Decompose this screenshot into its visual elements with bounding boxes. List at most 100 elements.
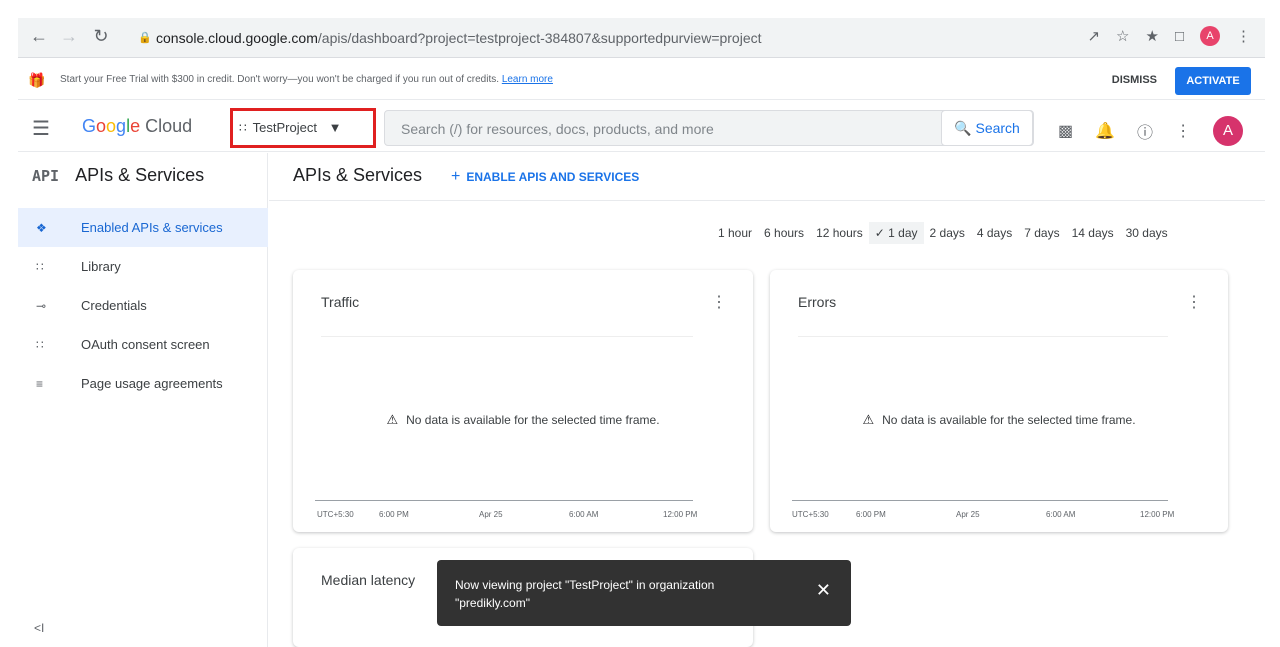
reload-icon[interactable]: ↻ — [90, 26, 112, 47]
time-range-7-days[interactable]: 7 days — [1018, 222, 1065, 244]
bookmark-star-icon[interactable]: ☆ — [1116, 27, 1129, 45]
snackbar-toast: Now viewing project "TestProject" in org… — [437, 560, 851, 626]
sidebar-item-label: Enabled APIs & services — [81, 220, 223, 235]
sidepanel-icon[interactable]: □ — [1175, 28, 1184, 45]
sidebar-item-label: Page usage agreements — [81, 376, 223, 391]
banner-text: Start your Free Trial with $300 in credi… — [60, 74, 553, 85]
axis-tick: Apr 25 — [956, 510, 980, 519]
settings-menu-icon[interactable]: ⋮ — [1175, 121, 1191, 141]
sidebar-item-library[interactable]: ∷ Library — [18, 247, 268, 286]
time-range-2-days[interactable]: 2 days — [924, 222, 971, 244]
traffic-card: Traffic ⋮ ⚠ No data is available for the … — [293, 270, 753, 532]
sidebar-item-label: OAuth consent screen — [81, 337, 210, 352]
errors-card: Errors ⋮ ⚠ No data is available for the s… — [770, 270, 1228, 532]
project-picker[interactable]: ∷ TestProject ▼ — [230, 108, 376, 148]
extensions-puzzle-icon[interactable]: ★ — [1145, 27, 1158, 45]
card-title: Errors — [798, 294, 837, 310]
key-icon: ⊸ — [36, 298, 47, 313]
library-grid-icon: ∷ — [36, 259, 44, 274]
chart-gridline — [321, 336, 693, 337]
user-avatar[interactable]: A — [1213, 116, 1244, 146]
time-range-14-days[interactable]: 14 days — [1066, 222, 1120, 244]
axis-tick: Apr 25 — [479, 510, 503, 519]
axis-tick: UTC+5:30 — [317, 510, 354, 519]
sidebar: API APIs & Services ❖ Enabled APIs & ser… — [18, 153, 268, 647]
chart-axis — [792, 500, 1168, 501]
url-host: console.cloud.google.com — [156, 30, 318, 46]
sidebar-title: APIs & Services — [75, 165, 205, 185]
sidebar-item-page-usage[interactable]: ≡ Page usage agreements — [18, 364, 268, 403]
dismiss-button[interactable]: DISMISS — [1112, 74, 1157, 86]
axis-tick: 6:00 PM — [856, 510, 886, 519]
page-title: APIs & Services — [293, 165, 423, 185]
enable-apis-button[interactable]: + ENABLE APIS AND SERVICES — [451, 168, 639, 186]
sidebar-item-label: Library — [81, 259, 121, 274]
banner-message: Start your Free Trial with $300 in credi… — [60, 74, 500, 85]
warning-icon: ⚠ — [862, 412, 875, 427]
axis-tick: 12:00 PM — [663, 510, 698, 519]
project-nodes-icon: ∷ — [239, 121, 247, 135]
help-icon[interactable]: ⓘ — [1137, 119, 1153, 143]
search-bar[interactable]: Search (/) for resources, docs, products… — [384, 110, 1034, 146]
search-button[interactable]: 🔍 Search — [941, 110, 1033, 146]
card-menu-icon[interactable]: ⋮ — [1186, 292, 1202, 312]
search-placeholder: Search (/) for resources, docs, products… — [401, 121, 714, 137]
page-header: APIs & Services + ENABLE APIS AND SERVICE… — [269, 153, 1265, 201]
chart-gridline — [798, 336, 1168, 337]
google-cloud-logo[interactable]: Google Cloud — [82, 116, 192, 137]
diamond-nodes-icon: ❖ — [36, 220, 47, 235]
forward-icon[interactable]: → — [58, 26, 80, 47]
axis-tick: 12:00 PM — [1140, 510, 1175, 519]
warning-icon: ⚠ — [386, 412, 399, 427]
time-range-30-days[interactable]: 30 days — [1120, 222, 1174, 244]
no-data-text: No data is available for the selected ti… — [882, 413, 1136, 427]
axis-tick: 6:00 AM — [569, 510, 599, 519]
card-title: Median latency — [321, 572, 416, 588]
card-title: Traffic — [321, 294, 360, 310]
sidebar-item-enabled-apis[interactable]: ❖ Enabled APIs & services — [18, 208, 268, 247]
menu-icon[interactable]: ☰ — [32, 116, 50, 141]
share-icon[interactable]: ↗ — [1087, 27, 1100, 45]
notifications-bell-icon[interactable]: 🔔 — [1095, 121, 1115, 141]
sidebar-item-label: Credentials — [81, 298, 147, 313]
lock-icon: 🔒 — [138, 32, 152, 44]
address-bar[interactable]: 🔒 console.cloud.google.com/apis/dashboar… — [128, 24, 1128, 52]
time-range-1-day[interactable]: ✓ 1 day — [868, 222, 924, 244]
time-range-6-hours[interactable]: 6 hours — [758, 222, 810, 244]
console-header: ☰ Google Cloud ∷ TestProject ▼ Search (/)… — [18, 104, 1265, 152]
axis-tick: UTC+5:30 — [792, 510, 829, 519]
enable-apis-label: ENABLE APIS AND SERVICES — [466, 170, 640, 184]
no-data-message: ⚠ No data is available for the selected t… — [293, 412, 753, 428]
search-icon: 🔍 — [954, 120, 972, 136]
time-range-12-hours[interactable]: 12 hours — [810, 222, 869, 244]
cloud-shell-icon[interactable]: ▩ — [1058, 121, 1073, 141]
free-trial-banner: 🎁 Start your Free Trial with $300 in cre… — [18, 62, 1265, 100]
plus-icon: + — [451, 168, 461, 185]
time-range-4-days[interactable]: 4 days — [971, 222, 1018, 244]
dropdown-arrow-icon: ▼ — [328, 120, 342, 135]
logo-cloud-text: Cloud — [145, 116, 193, 136]
sidebar-item-oauth-consent[interactable]: ∷ OAuth consent screen — [18, 325, 268, 364]
axis-tick: 6:00 PM — [379, 510, 409, 519]
project-name: TestProject — [252, 120, 317, 135]
back-icon[interactable]: ← — [28, 26, 50, 47]
card-menu-icon[interactable]: ⋮ — [711, 292, 727, 312]
browser-toolbar: ← → ↻ 🔒 console.cloud.google.com/apis/da… — [18, 18, 1265, 58]
toast-message: Now viewing project "TestProject" in org… — [455, 578, 715, 610]
learn-more-link[interactable]: Learn more — [502, 74, 553, 85]
browser-menu-icon[interactable]: ⋮ — [1236, 27, 1251, 45]
collapse-sidebar-icon[interactable]: <I — [34, 621, 44, 635]
time-range-1-hour[interactable]: 1 hour — [712, 222, 758, 244]
settings-list-icon: ≡ — [36, 376, 44, 391]
close-icon[interactable]: ✕ — [816, 580, 831, 601]
chart-axis — [315, 500, 693, 501]
url-path: /apis/dashboard?project=testproject-3848… — [317, 30, 762, 46]
axis-tick: 6:00 AM — [1046, 510, 1076, 519]
gift-icon: 🎁 — [28, 72, 46, 88]
consent-icon: ∷ — [36, 337, 44, 352]
api-icon: API — [32, 166, 60, 185]
browser-profile-avatar[interactable]: A — [1200, 26, 1220, 46]
search-button-label: Search — [975, 120, 1020, 136]
activate-button[interactable]: ACTIVATE — [1175, 67, 1251, 95]
sidebar-item-credentials[interactable]: ⊸ Credentials — [18, 286, 268, 325]
